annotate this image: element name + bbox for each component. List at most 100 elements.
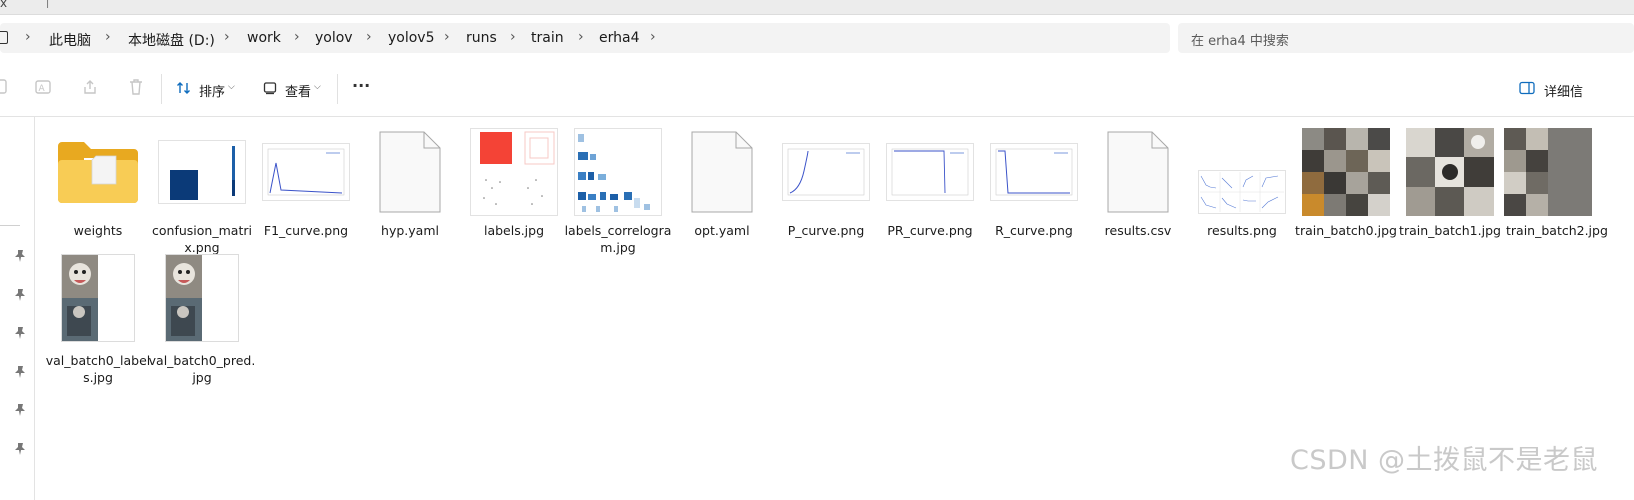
address-row: › 此电脑 › 本地磁盘 (D:) › work › yolov › yolov… bbox=[0, 15, 1634, 61]
copy-icon[interactable] bbox=[0, 78, 10, 96]
search-input[interactable]: 在 erha4 中搜索 bbox=[1178, 23, 1634, 53]
svg-text:A: A bbox=[39, 84, 46, 94]
chevron-right-icon[interactable]: › bbox=[25, 29, 31, 45]
view-button[interactable]: 查看 ⌵ bbox=[263, 76, 327, 102]
pin-icon[interactable] bbox=[12, 402, 28, 418]
file-thumbnail bbox=[1088, 124, 1188, 220]
image-thumbnail bbox=[152, 254, 252, 342]
pin-icon[interactable] bbox=[12, 325, 28, 341]
file-name: R_curve.png bbox=[995, 223, 1073, 238]
folder-icon bbox=[58, 142, 138, 203]
file-name: P_curve.png bbox=[787, 223, 865, 238]
pin-icon[interactable] bbox=[12, 248, 28, 264]
image-thumbnail bbox=[984, 124, 1084, 220]
view-label: 查看 bbox=[285, 85, 312, 100]
file-name: opt.yaml bbox=[694, 223, 750, 238]
details-pane-button[interactable]: 详细信 bbox=[1519, 76, 1634, 102]
file-thumbnail bbox=[672, 124, 772, 220]
watermark: CSDN @土拨鼠不是老鼠 bbox=[1290, 445, 1599, 476]
sort-icon bbox=[177, 82, 190, 94]
image-thumbnail bbox=[1400, 124, 1500, 220]
toolbar-divider bbox=[337, 74, 338, 104]
breadcrumb-yolov[interactable]: yolov bbox=[315, 30, 353, 46]
image-thumbnail bbox=[48, 254, 148, 342]
chevron-right-icon[interactable]: › bbox=[105, 29, 111, 45]
new-tab-icon[interactable]: │ bbox=[44, 0, 51, 8]
file-name: labels.jpg bbox=[483, 223, 545, 238]
image-thumbnail bbox=[152, 124, 252, 220]
image-thumbnail bbox=[880, 124, 980, 220]
sort-label: 排序 bbox=[199, 85, 226, 100]
sort-button[interactable]: 排序 ⌵ bbox=[176, 76, 240, 102]
chevron-right-icon[interactable]: › bbox=[444, 29, 450, 45]
image-thumbnail bbox=[464, 124, 564, 220]
details-pane-icon bbox=[1519, 81, 1535, 95]
file-name: val_batch0_pred.jpg bbox=[148, 353, 256, 385]
file-name: train_batch2.jpg bbox=[1506, 223, 1608, 238]
train-batch2-thumbnail bbox=[1504, 128, 1592, 216]
file-name: results.csv bbox=[1104, 223, 1172, 238]
file-name: val_batch0_labels.jpg bbox=[45, 353, 151, 385]
chevron-right-icon[interactable]: › bbox=[366, 29, 372, 45]
pin-icon[interactable] bbox=[12, 441, 28, 457]
file-name: confusion_matrix.png bbox=[152, 223, 252, 255]
breadcrumb-this-pc[interactable]: 此电脑 bbox=[49, 30, 91, 50]
file-icon bbox=[1107, 131, 1169, 213]
val-batch0-pred-thumbnail bbox=[165, 254, 239, 342]
f1-curve-thumbnail bbox=[262, 143, 350, 201]
chevron-right-icon[interactable]: › bbox=[510, 29, 516, 45]
chevron-right-icon[interactable]: › bbox=[578, 29, 584, 45]
rename-icon[interactable]: A bbox=[35, 78, 51, 96]
breadcrumb-runs[interactable]: runs bbox=[466, 30, 497, 46]
labels-thumbnail bbox=[470, 128, 558, 216]
pin-icon[interactable] bbox=[12, 364, 28, 380]
view-icon bbox=[263, 82, 277, 95]
pin-icon[interactable] bbox=[12, 287, 28, 303]
close-tab-button[interactable]: x bbox=[0, 0, 7, 10]
r-curve-thumbnail bbox=[990, 143, 1078, 201]
image-thumbnail bbox=[568, 124, 668, 220]
more-options-button[interactable]: ··· bbox=[352, 76, 370, 95]
toolbar-divider bbox=[161, 74, 162, 104]
file-icon bbox=[379, 131, 441, 213]
delete-icon[interactable] bbox=[128, 78, 144, 96]
chevron-right-icon[interactable]: › bbox=[224, 29, 230, 45]
folder-thumbnail bbox=[48, 124, 148, 220]
file-name: weights bbox=[73, 223, 123, 238]
search-placeholder: 在 erha4 中搜索 bbox=[1191, 34, 1289, 49]
chevron-right-icon[interactable]: › bbox=[650, 29, 656, 45]
tab-strip: x │ bbox=[0, 0, 1634, 15]
file-name: PR_curve.png bbox=[887, 223, 973, 238]
p-curve-thumbnail bbox=[782, 143, 870, 201]
file-icon bbox=[691, 131, 753, 213]
results-thumbnail bbox=[1198, 170, 1286, 214]
file-name: train_batch0.jpg bbox=[1295, 223, 1397, 238]
breadcrumb-yolov5[interactable]: yolov5 bbox=[388, 30, 435, 46]
image-thumbnail bbox=[1504, 124, 1604, 220]
address-bar[interactable]: › 此电脑 › 本地磁盘 (D:) › work › yolov › yolov… bbox=[0, 23, 1170, 53]
file-name: F1_curve.png bbox=[263, 223, 349, 238]
file-name: results.png bbox=[1207, 223, 1277, 238]
chevron-right-icon[interactable]: › bbox=[294, 29, 300, 45]
breadcrumb-train[interactable]: train bbox=[531, 30, 564, 46]
navigation-pane bbox=[0, 117, 35, 500]
share-icon[interactable] bbox=[82, 78, 98, 96]
image-thumbnail bbox=[1296, 124, 1396, 220]
this-pc-icon[interactable] bbox=[0, 31, 8, 44]
file-name: train_batch1.jpg bbox=[1399, 223, 1501, 238]
chevron-down-icon: ⌵ bbox=[314, 82, 321, 92]
breadcrumb-drive-d[interactable]: 本地磁盘 (D:) bbox=[128, 30, 215, 50]
image-thumbnail bbox=[1192, 124, 1292, 220]
train-batch0-thumbnail bbox=[1302, 128, 1390, 216]
pr-curve-thumbnail bbox=[886, 143, 974, 201]
file-name: labels_correlogram.jpg bbox=[564, 223, 672, 255]
train-batch1-thumbnail bbox=[1406, 128, 1494, 216]
image-thumbnail bbox=[256, 124, 356, 220]
confusion-matrix-thumbnail bbox=[158, 140, 246, 204]
image-thumbnail bbox=[776, 124, 876, 220]
file-thumbnail bbox=[360, 124, 460, 220]
command-bar: A 排序 ⌵ 查看 ⌵ ··· 详细信 bbox=[0, 62, 1634, 117]
breadcrumb-erha4[interactable]: erha4 bbox=[599, 30, 639, 46]
file-name: hyp.yaml bbox=[381, 223, 439, 238]
breadcrumb-work[interactable]: work bbox=[247, 30, 281, 46]
